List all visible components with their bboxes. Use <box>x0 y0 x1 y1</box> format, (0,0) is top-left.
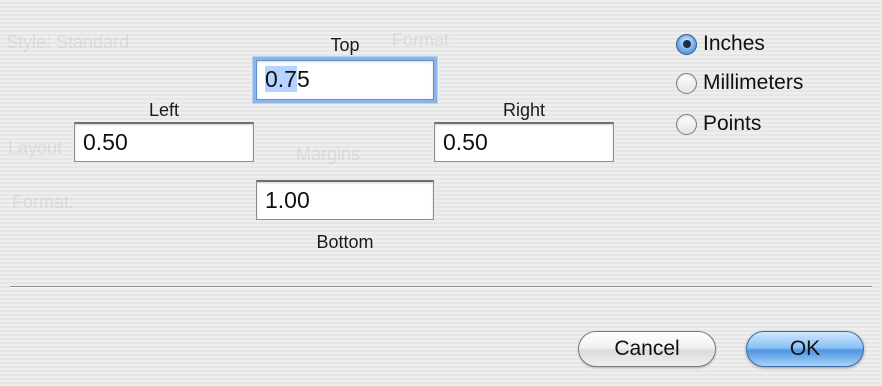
units-label-millimeters: Millimeters <box>703 71 804 94</box>
cancel-button[interactable]: Cancel <box>578 331 716 367</box>
ghost-text-1: Style: Standard <box>6 32 130 52</box>
ghost-text-3: Layout <box>8 138 63 158</box>
top-margin-unselected-text: 5 <box>296 66 310 92</box>
units-radio-inches[interactable]: Inches <box>676 29 765 59</box>
right-margin-field[interactable]: 0.50 <box>434 122 614 162</box>
ok-button[interactable]: OK <box>746 331 864 367</box>
bottom-margin-label: Bottom <box>316 232 374 252</box>
bottom-margin-field[interactable]: 1.00 <box>256 180 434 220</box>
units-label-inches: Inches <box>703 32 765 55</box>
dialog-divider <box>10 286 872 288</box>
radio-dot-icon <box>682 40 691 48</box>
radio-selected-icon <box>676 33 697 55</box>
units-radio-millimeters[interactable]: Millimeters <box>676 68 803 98</box>
left-margin-field[interactable]: 0.50 <box>74 122 254 162</box>
top-margin-field[interactable]: 0.75 <box>256 60 434 100</box>
radio-unselected-icon <box>676 113 697 135</box>
radio-unselected-icon <box>676 72 697 94</box>
left-margin-label: Left <box>148 100 180 120</box>
right-margin-label: Right <box>502 100 546 120</box>
units-radio-points[interactable]: Points <box>676 109 761 139</box>
ghost-text-5: Format: <box>12 192 75 212</box>
ghost-text-4: Margins <box>296 144 361 164</box>
top-margin-selected-text: 0.7 <box>265 66 297 92</box>
units-label-points: Points <box>703 112 762 135</box>
top-margin-label: Top <box>330 35 360 55</box>
